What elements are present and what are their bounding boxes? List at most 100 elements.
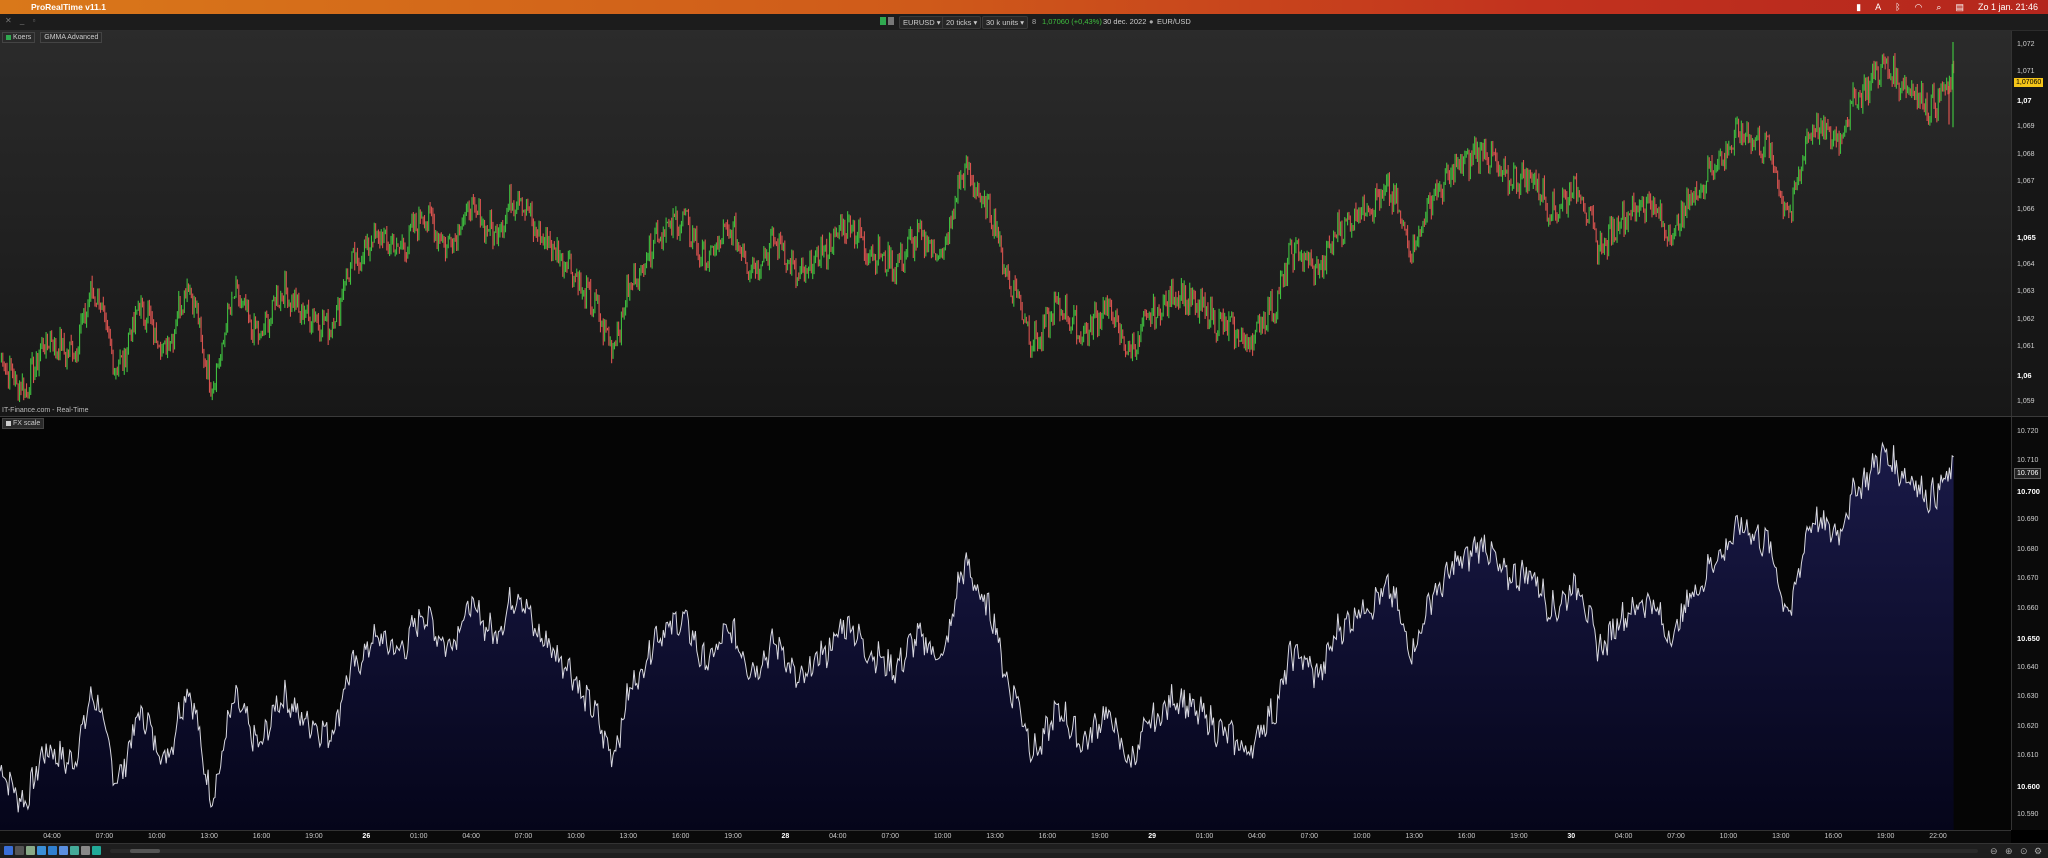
zoom-out-icon[interactable]: ⊖ (1990, 846, 1998, 857)
price-y-tick: 1,071 (2017, 68, 2035, 76)
price-y-tick: 1,061 (2017, 343, 2035, 351)
x-tick: 13:00 (1405, 833, 1423, 840)
x-tick: 07:00 (514, 833, 533, 840)
legend-koers[interactable]: Koers (2, 32, 36, 43)
units-select[interactable]: 30 k units ▾ (982, 16, 1028, 29)
x-tick: 30 (1567, 833, 1576, 840)
x-tick: 16:00 (252, 833, 271, 840)
x-tick: 07:00 (881, 833, 899, 840)
cursor-icon[interactable] (15, 846, 24, 855)
bar-style-icon[interactable] (888, 17, 894, 25)
symbol-select[interactable]: EURUSD ▾ (899, 16, 945, 29)
settings-icon[interactable]: ⚙ (2034, 846, 2042, 857)
menu-bar: ProRealTime v11.1 ▮ A ᛒ ◠ ⌕ ▤ Zo 1 jan. … (0, 0, 2048, 14)
price-y-tick: 1,068 (2017, 150, 2035, 158)
x-tick: 26 (362, 833, 371, 840)
price-y-tick: 1,059 (2017, 398, 2035, 406)
scrollbar-thumb[interactable] (130, 849, 160, 853)
x-tick: 13:00 (986, 833, 1004, 840)
legend-gmma[interactable]: GMMA Advanced (40, 32, 103, 43)
x-tick: 04:00 (1614, 833, 1633, 840)
fx-y-tick: 10.660 (2017, 604, 2039, 612)
last-price-tag: 1,07060 (2014, 78, 2044, 88)
fx-legend[interactable]: FX scale (2, 418, 47, 429)
search-icon[interactable]: ⌕ (1936, 2, 1941, 13)
grid-icon[interactable] (92, 846, 101, 855)
fx-y-tick: 10.640 (2017, 663, 2039, 671)
x-tick: 16:00 (671, 833, 690, 840)
x-tick: 22:00 (1929, 833, 1947, 840)
pair-name: EUR/USD (1157, 17, 1191, 26)
x-tick: 04:00 (829, 833, 847, 840)
wifi-icon[interactable]: ◠ (1915, 2, 1923, 13)
price-legend: Koers GMMA Advanced (2, 32, 105, 43)
control-center-icon[interactable]: ▤ (1955, 2, 1964, 13)
price-info: 1,07060 (+0,43%) (1042, 17, 1102, 26)
time-x-axis[interactable]: 04:00 07:00 10:00 13:00 16:00 19:00 26 01:00 04:… (0, 830, 2011, 844)
ticks-select[interactable]: 20 ticks ▾ (942, 16, 982, 29)
x-tick: 29 (1148, 833, 1157, 840)
x-tick: 13:00 (619, 833, 638, 840)
fx-y-tick: 10.600 (2017, 781, 2040, 791)
fx-y-tick: 10.630 (2017, 693, 2039, 701)
x-tick: 28 (781, 833, 790, 840)
table-icon[interactable] (59, 846, 68, 855)
fx-y-axis[interactable]: 10.720 10.710 10.700 10.690 10.680 10.670 10.6… (2011, 417, 2048, 830)
x-tick: 16:00 (1457, 833, 1476, 840)
layout-icon[interactable] (81, 846, 90, 855)
price-y-axis[interactable]: 1,072 1,071 1,07 1,069 1,068 1,067 1,066 1,065 1… (2011, 31, 2048, 416)
zoom-in-icon[interactable]: ⊕ (2005, 846, 2013, 857)
horizontal-scrollbar[interactable] (110, 849, 1978, 853)
indicator-icon[interactable] (70, 846, 79, 855)
chart-type-icon[interactable] (880, 17, 886, 25)
fx-chart-svg[interactable] (0, 417, 2011, 830)
x-tick: 04:00 (1248, 833, 1266, 840)
keyboard-icon[interactable]: A (1875, 2, 1881, 12)
x-tick: 10:00 (567, 833, 585, 840)
x-tick: 10:00 (148, 833, 166, 840)
zoom-icon[interactable] (48, 846, 57, 855)
pencil-icon[interactable] (4, 846, 13, 855)
fx-y-tick: 10.650 (2017, 634, 2040, 644)
price-chart-svg[interactable] (0, 31, 2011, 416)
fx-y-tick: 10.670 (2017, 575, 2039, 583)
price-y-tick: 1,067 (2017, 178, 2035, 186)
fx-y-tick: 10.680 (2017, 545, 2039, 553)
window-controls[interactable]: ✕ _ ▫ (5, 16, 38, 25)
x-tick: 19:00 (305, 833, 323, 840)
crosshair-icon[interactable] (37, 846, 46, 855)
x-tick: 07:00 (1300, 833, 1319, 840)
x-tick: 07:00 (1667, 833, 1685, 840)
x-tick: 01:00 (409, 833, 428, 840)
last-fx-tag: 10.706 (2014, 468, 2042, 480)
price-y-tick: 1,065 (2017, 233, 2036, 243)
x-tick: 16:00 (1038, 833, 1057, 840)
fx-scale-panel[interactable]: FX scale (0, 417, 2011, 830)
x-tick: 04:00 (43, 833, 61, 840)
x-tick: 10:00 (1719, 833, 1738, 840)
x-tick: 19:00 (1510, 833, 1528, 840)
price-y-tick: 1,063 (2017, 288, 2035, 296)
bluetooth-icon[interactable]: ᛒ (1895, 2, 1900, 12)
price-y-tick: 1,066 (2017, 205, 2035, 213)
fx-y-tick: 10.690 (2017, 516, 2039, 524)
fx-y-tick: 10.620 (2017, 722, 2039, 730)
x-tick: 10:00 (933, 833, 952, 840)
fx-y-tick: 10.700 (2017, 486, 2040, 496)
x-tick: 16:00 (1824, 833, 1842, 840)
x-tick: 19:00 (1091, 833, 1109, 840)
battery-icon[interactable]: ▮ (1856, 2, 1861, 13)
price-y-tick: 1,062 (2017, 315, 2035, 323)
app-title[interactable]: ProRealTime v11.1 (31, 2, 106, 12)
x-tick: 13:00 (1772, 833, 1790, 840)
fx-y-tick: 10.720 (2017, 427, 2039, 435)
price-chart-panel[interactable]: Koers GMMA Advanced IT-Finance.com - Rea… (0, 31, 2011, 416)
price-y-tick: 1,06 (2017, 370, 2032, 380)
x-tick: 01:00 (1195, 833, 1214, 840)
clock[interactable]: Zo 1 jan. 21:46 (1978, 2, 2038, 12)
zoom-fit-icon[interactable]: ⊙ (2020, 846, 2028, 857)
fx-y-tick: 10.610 (2017, 752, 2039, 760)
x-tick: 19:00 (1876, 833, 1895, 840)
drawing-icon[interactable] (26, 846, 35, 855)
x-tick: 04:00 (462, 833, 480, 840)
